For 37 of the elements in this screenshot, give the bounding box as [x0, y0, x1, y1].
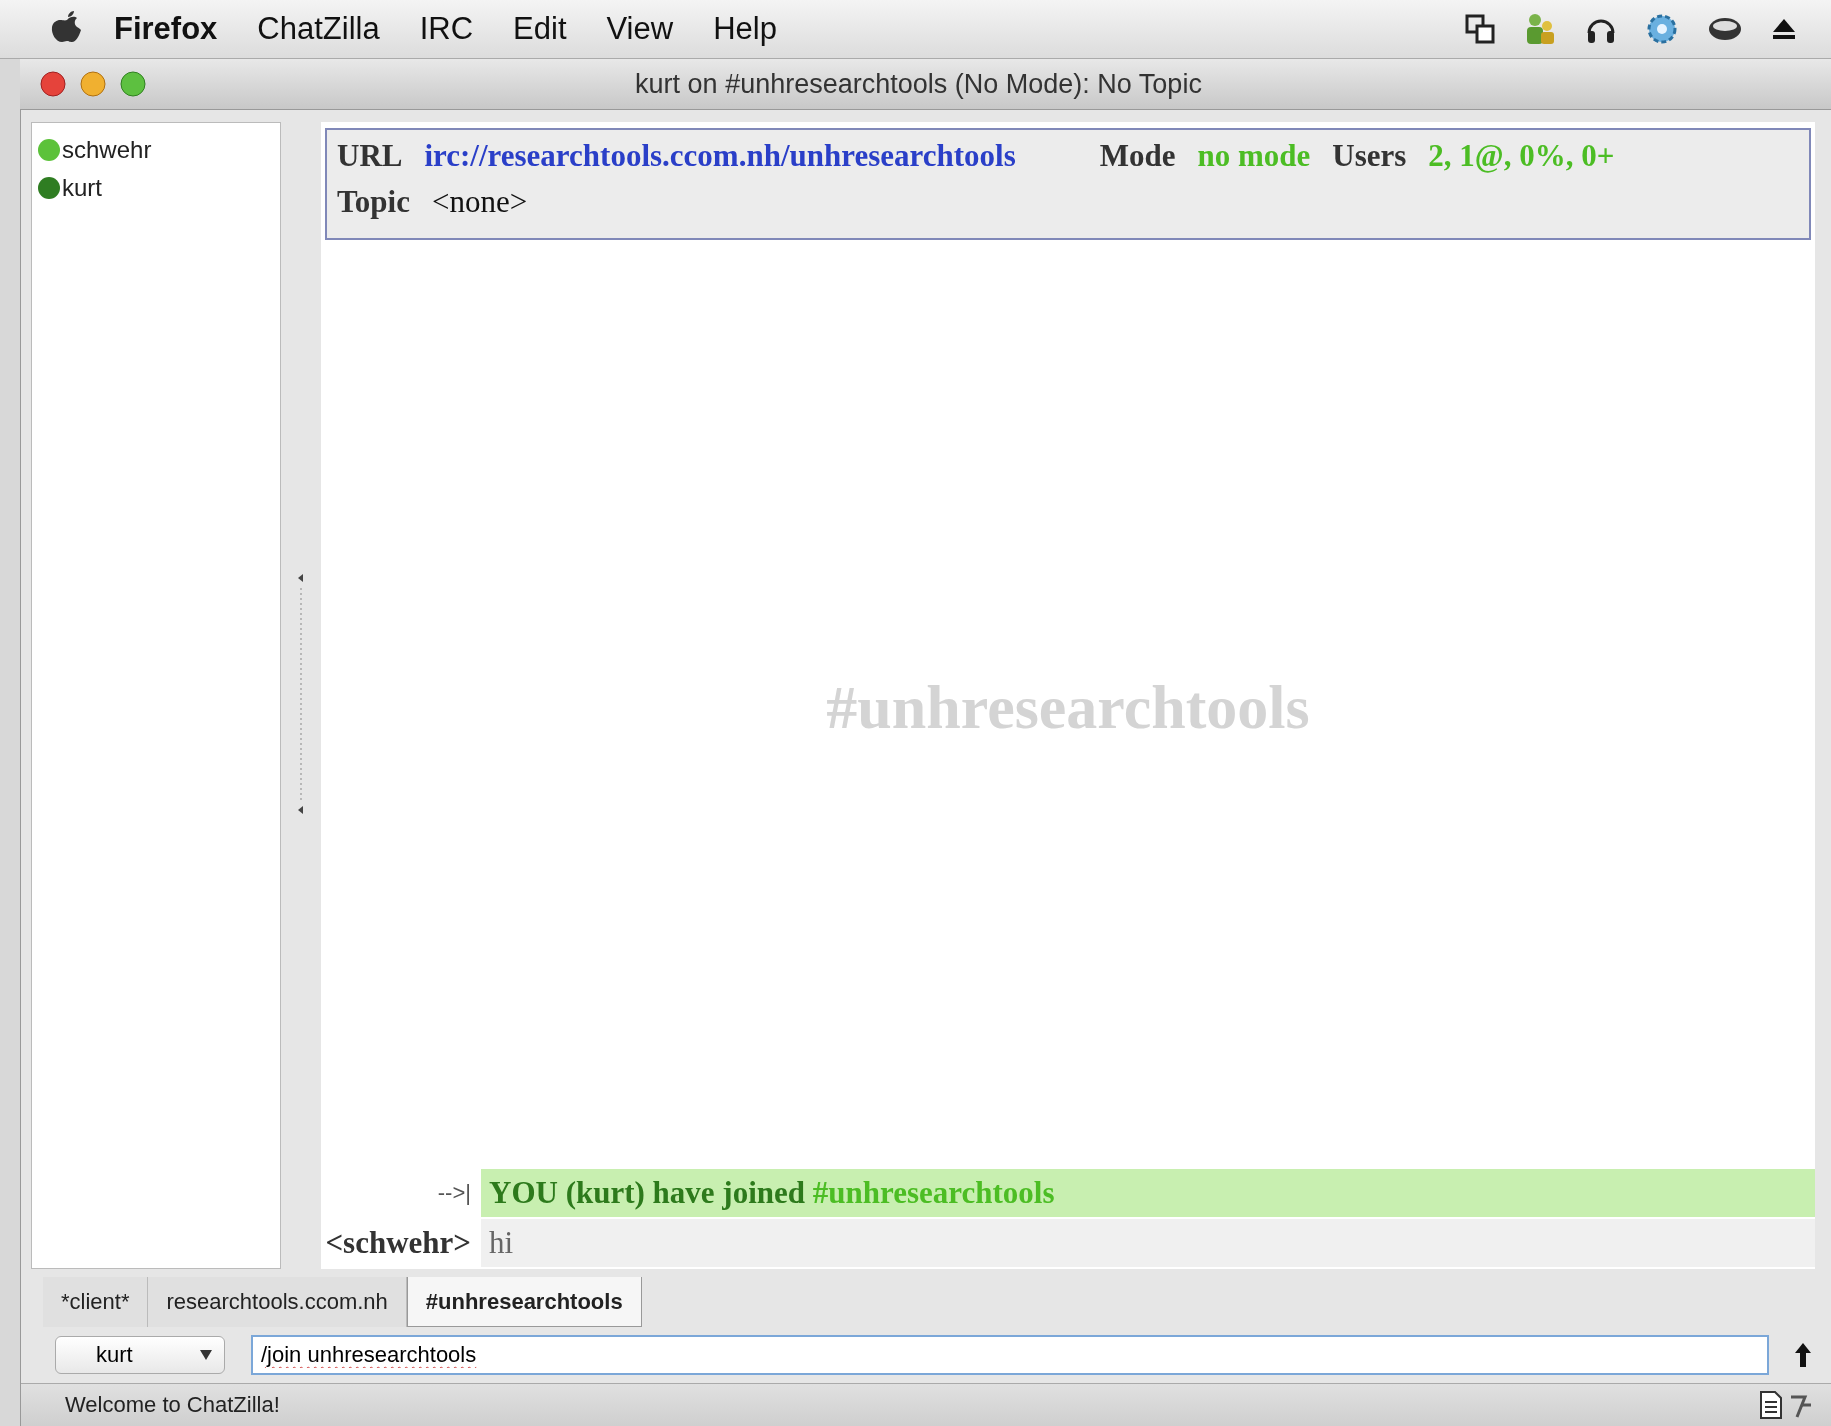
- caret-icon: [200, 1350, 212, 1360]
- mode-value: no mode: [1197, 138, 1311, 174]
- close-button[interactable]: [40, 71, 66, 97]
- menu-item[interactable]: IRC: [399, 11, 494, 47]
- message-nick: <schwehr>: [324, 1225, 472, 1261]
- zoom-button[interactable]: [120, 71, 146, 97]
- minimize-button[interactable]: [80, 71, 106, 97]
- message-text: hi: [489, 1225, 514, 1261]
- join-text: YOU (kurt) have joined: [489, 1175, 806, 1211]
- view-tab[interactable]: #unhresearchtools: [406, 1277, 642, 1327]
- up-arrow-icon[interactable]: [1795, 1343, 1811, 1367]
- eject-icon[interactable]: [1771, 17, 1797, 41]
- channel-url-link[interactable]: irc://researchtools.ccom.nh/unhresearchtools: [424, 138, 1016, 174]
- menu-item[interactable]: Edit: [493, 11, 587, 47]
- menu-item[interactable]: Help: [693, 11, 797, 47]
- window-title: kurt on #unhresearchtools (No Mode): No Topic: [634, 68, 1203, 100]
- gear-icon[interactable]: [1645, 12, 1679, 46]
- view-tab[interactable]: researchtools.ccom.nh: [148, 1277, 407, 1327]
- mode-label: Mode: [1099, 138, 1176, 174]
- menu-item[interactable]: Firefox: [94, 11, 238, 47]
- url-label: URL: [337, 138, 403, 174]
- input-field[interactable]: /join unhresearchtools: [251, 1335, 1769, 1375]
- view-tab[interactable]: *client*: [43, 1277, 149, 1327]
- windows-icon[interactable]: [1465, 14, 1495, 44]
- user-name[interactable]: kurt: [62, 174, 102, 202]
- status-text: Welcome to ChatZilla!: [65, 1392, 280, 1418]
- topic-label: Topic: [337, 184, 410, 220]
- users-value: 2, 1@, 0%, 0+: [1428, 138, 1615, 174]
- menu-item[interactable]: ChatZilla: [237, 11, 400, 47]
- users-label: Users: [1332, 138, 1407, 174]
- document-icon[interactable]: [1759, 1391, 1783, 1419]
- join-marker: -->|: [436, 1180, 472, 1206]
- nickname-dropdown[interactable]: kurt: [55, 1336, 225, 1374]
- user-name[interactable]: schwehr: [62, 136, 152, 164]
- splitter-handle[interactable]: [296, 573, 306, 814]
- topic-value: <none>: [431, 184, 528, 220]
- menu-item[interactable]: View: [586, 11, 694, 47]
